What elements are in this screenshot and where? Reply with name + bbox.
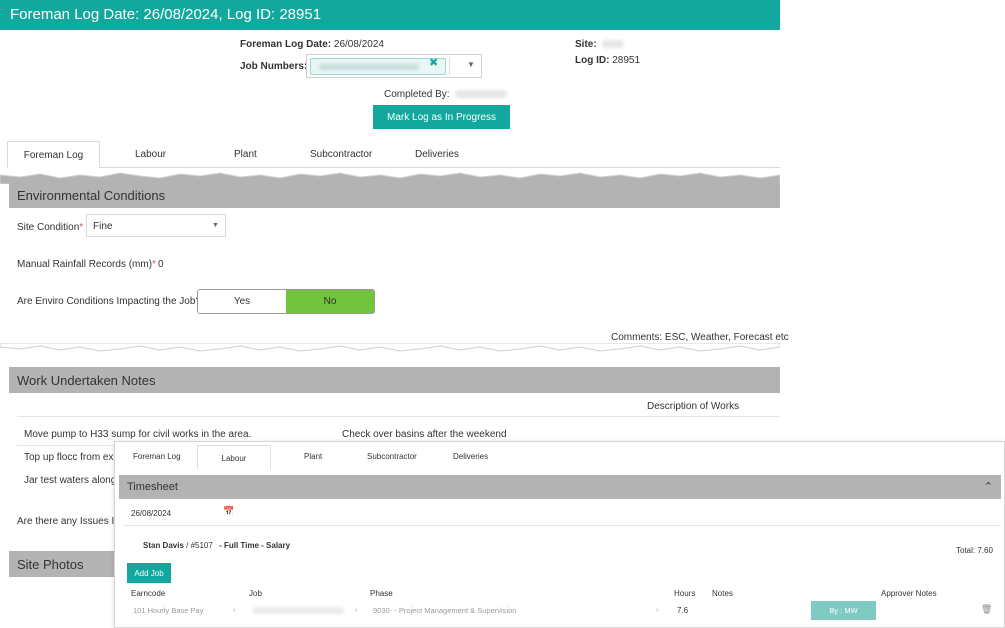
work-note-row2-left: Top up flocc from exis: [24, 452, 121, 463]
site-condition-select[interactable]: Fine ▼: [86, 214, 226, 237]
no-option[interactable]: No: [286, 290, 374, 313]
rainfall-label: Manual Rainfall Records (mm): [17, 259, 153, 270]
impact-question: Are Enviro Conditions Impacting the Job?: [17, 296, 201, 307]
col-earncode: Earncode: [131, 589, 166, 598]
clear-icon[interactable]: ✖: [429, 56, 438, 69]
issues-question: Are there any Issues Im: [17, 516, 123, 527]
col-approver-notes: Approver Notes: [881, 589, 937, 598]
tab-subcontractor[interactable]: Subcontractor: [310, 141, 372, 168]
site-photos-header: Site Photos: [9, 551, 114, 577]
tab-plant[interactable]: Plant: [234, 141, 257, 168]
work-note-row1-right: Check over basins after the weekend: [342, 429, 507, 440]
job-numbers-label: Job Numbers:: [240, 61, 308, 72]
mark-in-progress-button[interactable]: Mark Log as In Progress: [373, 105, 510, 129]
timesheet-date[interactable]: 26/08/2024: [131, 509, 171, 518]
chevron-down-icon[interactable]: ▼: [467, 60, 475, 69]
completed-by-label: Completed By:: [384, 89, 450, 100]
tab-foreman-log[interactable]: Foreman Log: [133, 452, 181, 461]
timesheet-total: Total: 7.60: [956, 546, 993, 555]
add-job-button[interactable]: Add Job: [127, 563, 171, 583]
redacted-job-number: [319, 64, 419, 70]
log-id-row: Log ID: 28951: [575, 55, 640, 66]
chevron-down-icon: ▼: [212, 222, 219, 229]
window-title: Foreman Log Date: 26/08/2024, Log ID: 28…: [0, 0, 780, 30]
required-marker: *: [152, 259, 156, 270]
col-phase: Phase: [370, 589, 393, 598]
site-label: Site:: [575, 39, 597, 50]
environmental-conditions-header: Environmental Conditions: [9, 182, 780, 208]
site-row: Site:: [575, 39, 625, 50]
row-earncode[interactable]: 101 Hourly Base Pay: [133, 606, 203, 615]
tab-plant[interactable]: Plant: [304, 452, 322, 461]
chevron-right-icon: ›: [233, 605, 236, 614]
work-undertaken-header: Work Undertaken Notes: [9, 367, 780, 393]
divider: [123, 525, 1001, 526]
main-tabs: Foreman Log Labour Plant Subcontractor D…: [7, 141, 780, 168]
log-date-value: 26/08/2024: [333, 39, 384, 50]
table-divider: [17, 416, 780, 417]
tab-subcontractor[interactable]: Subcontractor: [367, 452, 417, 461]
col-job: Job: [249, 589, 262, 598]
work-note-row1-left: Move pump to H33 sump for civil works in…: [24, 429, 252, 440]
redacted-completed-by: [455, 90, 508, 99]
calendar-icon[interactable]: 📅: [223, 506, 234, 517]
approver-badge[interactable]: By : MW: [811, 601, 876, 620]
site-condition-value: Fine: [93, 221, 113, 232]
redacted-site: [602, 40, 625, 49]
timesheet-header[interactable]: Timesheet ⌃: [119, 475, 1001, 499]
comments-label: Comments: ESC, Weather, Forecast etc: [611, 332, 789, 343]
employee-info: Stan Davis / #5107 - Full Time - Salary: [143, 541, 290, 550]
table-divider: [17, 445, 114, 446]
timesheet-title: Timesheet: [127, 481, 178, 493]
site-condition-label-row: Site Condition*: [17, 222, 83, 233]
select-divider: [449, 57, 450, 75]
log-date-row: Foreman Log Date: 26/08/2024: [240, 39, 384, 50]
col-notes: Notes: [712, 589, 733, 598]
description-column-header: Description of Works: [647, 401, 740, 412]
tab-deliveries[interactable]: Deliveries: [415, 141, 459, 168]
employee-id: / #5107: [186, 541, 213, 550]
employment-type: - Full Time - Salary: [219, 541, 291, 550]
rainfall-label-row: Manual Rainfall Records (mm)*: [17, 259, 156, 270]
tab-deliveries[interactable]: Deliveries: [453, 452, 488, 461]
log-date-label: Foreman Log Date:: [240, 39, 332, 50]
work-note-row3-left: Jar test waters along t: [24, 475, 122, 486]
tab-labour[interactable]: Labour: [197, 445, 271, 469]
chevron-right-icon: ›: [656, 605, 659, 614]
row-hours[interactable]: 7.6: [677, 606, 688, 615]
completed-by-row: Completed By:: [384, 89, 508, 100]
chevron-right-icon: ›: [355, 605, 358, 614]
impact-toggle: Yes No: [197, 289, 375, 314]
chevron-up-icon[interactable]: ⌃: [984, 475, 993, 499]
col-hours: Hours: [674, 589, 696, 598]
log-id-label: Log ID:: [575, 55, 610, 66]
tab-foreman-log[interactable]: Foreman Log: [7, 141, 100, 168]
row-phase[interactable]: 9030- - Project Management & Supervision: [373, 606, 516, 615]
rainfall-value[interactable]: 0: [158, 259, 164, 270]
job-number-tag: [310, 58, 446, 75]
timesheet-panel: Foreman Log Labour Plant Subcontractor D…: [114, 441, 1005, 628]
trash-icon[interactable]: 🗑: [981, 604, 992, 615]
log-id-value: 28951: [612, 55, 641, 66]
yes-option[interactable]: Yes: [198, 290, 286, 313]
job-numbers-select[interactable]: ✖ ▼: [306, 54, 482, 78]
required-marker: *: [79, 222, 84, 233]
employee-name: Stan Davis: [143, 541, 184, 550]
redacted-job: [252, 607, 344, 614]
site-condition-label: Site Condition: [17, 222, 80, 233]
torn-edge-divider: [0, 343, 780, 352]
tab-labour[interactable]: Labour: [135, 141, 166, 168]
